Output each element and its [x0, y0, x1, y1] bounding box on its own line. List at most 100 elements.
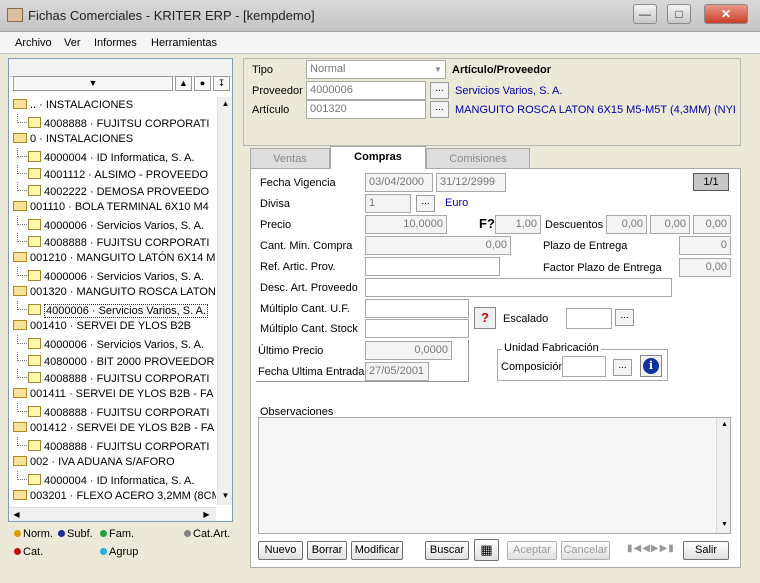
borrar-button[interactable]: Borrar: [307, 541, 347, 560]
scroll-left-icon[interactable]: ◀: [9, 508, 24, 522]
maximize-button[interactable]: □: [667, 4, 691, 24]
tree-dropdown[interactable]: ▼: [13, 76, 173, 91]
ref-artic-field[interactable]: [365, 257, 500, 276]
descuento-2-field[interactable]: 0,00: [650, 215, 690, 234]
proveedor-field[interactable]: 4000006: [306, 81, 426, 100]
tree-up-button[interactable]: ▲: [175, 76, 192, 91]
chevron-down-icon[interactable]: ▼: [431, 61, 445, 78]
tree-node-article[interactable]: .. · INSTALACIONES: [13, 97, 133, 114]
factor-plazo-field[interactable]: 0,00: [679, 258, 731, 277]
ultimo-precio-field[interactable]: 0,0000: [365, 341, 452, 360]
tree-node-article[interactable]: 0 · INSTALACIONES: [13, 131, 133, 148]
descuento-3-field[interactable]: 0,00: [693, 215, 731, 234]
last-record-icon[interactable]: ▶▮: [660, 543, 675, 554]
escalado-help-icon[interactable]: ?: [474, 307, 496, 329]
tree-node-provider[interactable]: 4002222 · DEMOSA PROVEEDO: [17, 182, 209, 199]
observaciones-textarea[interactable]: ▲ ▼: [258, 417, 731, 534]
tab-ventas[interactable]: Ventas: [250, 148, 330, 168]
tree-node-label: 4008888 · FUJITSU CORPORATI: [44, 373, 210, 385]
grid-view-button[interactable]: ▦: [474, 539, 499, 561]
tree-node-provider[interactable]: 4008888 · FUJITSU CORPORATI: [17, 403, 209, 420]
next-record-icon[interactable]: ▶: [651, 543, 660, 554]
menu-ver[interactable]: Ver: [64, 37, 81, 49]
tree-connector: [17, 301, 27, 310]
tipo-select[interactable]: Normal: [306, 60, 446, 79]
close-button[interactable]: ✕: [704, 4, 748, 24]
tree-horizontal-scrollbar[interactable]: ◀ ▶: [9, 507, 216, 521]
cant-min-field[interactable]: 0,00: [365, 236, 511, 255]
aceptar-button[interactable]: Aceptar: [507, 541, 557, 560]
tree-dot-button[interactable]: ●: [194, 76, 211, 91]
escalado-field[interactable]: [566, 308, 612, 329]
obs-scroll-up-icon[interactable]: ▲: [717, 418, 732, 432]
tab-compras[interactable]: Compras: [330, 146, 426, 169]
tree-node-article[interactable]: 001110 · BOLA TERMINAL 6X10 M4: [13, 199, 209, 216]
tree-node-article[interactable]: 001412 · SERVEI DE YLOS B2B - FA: [13, 420, 214, 437]
scroll-up-icon[interactable]: ▲: [218, 97, 233, 111]
proveedor-lookup-button[interactable]: ...: [430, 82, 449, 99]
unidad-fabricacion-label: Unidad Fabricación: [502, 342, 601, 354]
precio-label: Precio: [260, 219, 292, 231]
multiplo-uf-field[interactable]: [365, 299, 469, 318]
minimize-button[interactable]: —: [633, 4, 657, 24]
folder-icon: [13, 99, 27, 109]
menu-informes[interactable]: Informes: [94, 37, 137, 49]
tree-bottom-button[interactable]: ↧: [213, 76, 230, 91]
multiplo-stock-field[interactable]: [365, 319, 469, 338]
desc-art-field[interactable]: [365, 278, 672, 297]
descuento-1-field[interactable]: 0,00: [606, 215, 647, 234]
divisa-field[interactable]: 1: [365, 194, 411, 213]
fecha-ultima-field[interactable]: 27/05/2001: [365, 362, 429, 381]
menu-herramientas[interactable]: Herramientas: [151, 37, 217, 49]
tree-vertical-scrollbar[interactable]: ▲ ▼: [217, 97, 232, 505]
buscar-button[interactable]: Buscar: [425, 541, 469, 560]
scroll-right-icon[interactable]: ▶: [199, 508, 214, 522]
prev-record-icon[interactable]: ◀: [642, 543, 651, 554]
composicion-lookup-button[interactable]: ...: [613, 359, 632, 376]
tree-node-provider[interactable]: 4000006 · Servicios Varios, S. A.: [17, 216, 204, 233]
tree-node-provider[interactable]: 4000006 · Servicios Varios, S. A.: [17, 267, 204, 284]
obs-scroll-down-icon[interactable]: ▼: [717, 518, 732, 532]
tree-node-provider[interactable]: 4000006 · Servicios Varios, S. A.: [17, 335, 204, 352]
articulo-field[interactable]: 001320: [306, 100, 426, 119]
tree-node-provider[interactable]: 4008888 · FUJITSU CORPORATI: [17, 437, 209, 454]
fecha-hasta-field[interactable]: 31/12/2999: [436, 173, 506, 192]
tree-node-provider[interactable]: 4000006 · Servicios Varios, S. A.: [17, 301, 208, 318]
plazo-field[interactable]: 0: [679, 236, 731, 255]
tree-node-article[interactable]: 003201 · FLEXO ACERO 3,2MM (8CM: [13, 488, 216, 505]
tree-node-article[interactable]: 001411 · SERVEI DE YLOS B2B - FA: [13, 386, 213, 403]
tab-comisiones[interactable]: Comisiones: [426, 148, 530, 168]
tree-node-label: 4008888 · FUJITSU CORPORATI: [44, 407, 210, 419]
formula-icon[interactable]: F?: [479, 216, 495, 231]
menu-archivo[interactable]: Archivo: [15, 37, 52, 49]
tree-node-provider[interactable]: 4000004 · ID Informatica, S. A.: [17, 148, 194, 165]
tree-node-provider[interactable]: 4008888 · FUJITSU CORPORATI: [17, 369, 209, 386]
info-button[interactable]: i: [640, 355, 662, 377]
scroll-down-icon[interactable]: ▼: [218, 489, 233, 503]
page-indicator: 1/1: [693, 173, 729, 191]
f-field[interactable]: 1,00: [495, 215, 541, 234]
tree-node-article[interactable]: 001320 · MANGUITO ROSCA LATON: [13, 284, 216, 301]
fecha-desde-field[interactable]: 03/04/2000: [365, 173, 433, 192]
tree-node-provider[interactable]: 4080000 · BIT 2000 PROVEEDOR: [17, 352, 214, 369]
composicion-field[interactable]: [562, 356, 606, 377]
tree-node-provider[interactable]: 4008888 · FUJITSU CORPORATI: [17, 233, 209, 250]
articulo-lookup-button[interactable]: ...: [430, 101, 449, 118]
cancelar-button[interactable]: Cancelar: [561, 541, 610, 560]
observaciones-scrollbar[interactable]: ▲ ▼: [716, 418, 730, 533]
tree-node-provider[interactable]: 4008888 · FUJITSU CORPORATI: [17, 114, 209, 131]
tree-node-article[interactable]: 001410 · SERVEI DE YLOS B2B: [13, 318, 191, 335]
tree-node-label: 4008888 · FUJITSU CORPORATI: [44, 237, 210, 249]
escalado-lookup-button[interactable]: ...: [615, 309, 634, 326]
tree-node-article[interactable]: 002 · IVA ADUANA S/AFORO: [13, 454, 175, 471]
tree-node-provider[interactable]: 4000004 · ID Informatica, S. A.: [17, 471, 194, 488]
first-record-icon[interactable]: ▮◀: [627, 543, 642, 554]
precio-field[interactable]: 10,0000: [365, 215, 447, 234]
tree-node-article[interactable]: 001210 · MANGUITO LATÓN 6X14 M: [13, 250, 215, 267]
nuevo-button[interactable]: Nuevo: [258, 541, 303, 560]
tree-node-label: 4000006 · Servicios Varios, S. A.: [44, 271, 204, 283]
salir-button[interactable]: Salir: [683, 541, 729, 560]
modificar-button[interactable]: Modificar: [351, 541, 403, 560]
divisa-lookup-button[interactable]: ...: [416, 195, 435, 212]
tree-node-provider[interactable]: 4001112 · ALSIMO - PROVEEDO: [17, 165, 208, 182]
